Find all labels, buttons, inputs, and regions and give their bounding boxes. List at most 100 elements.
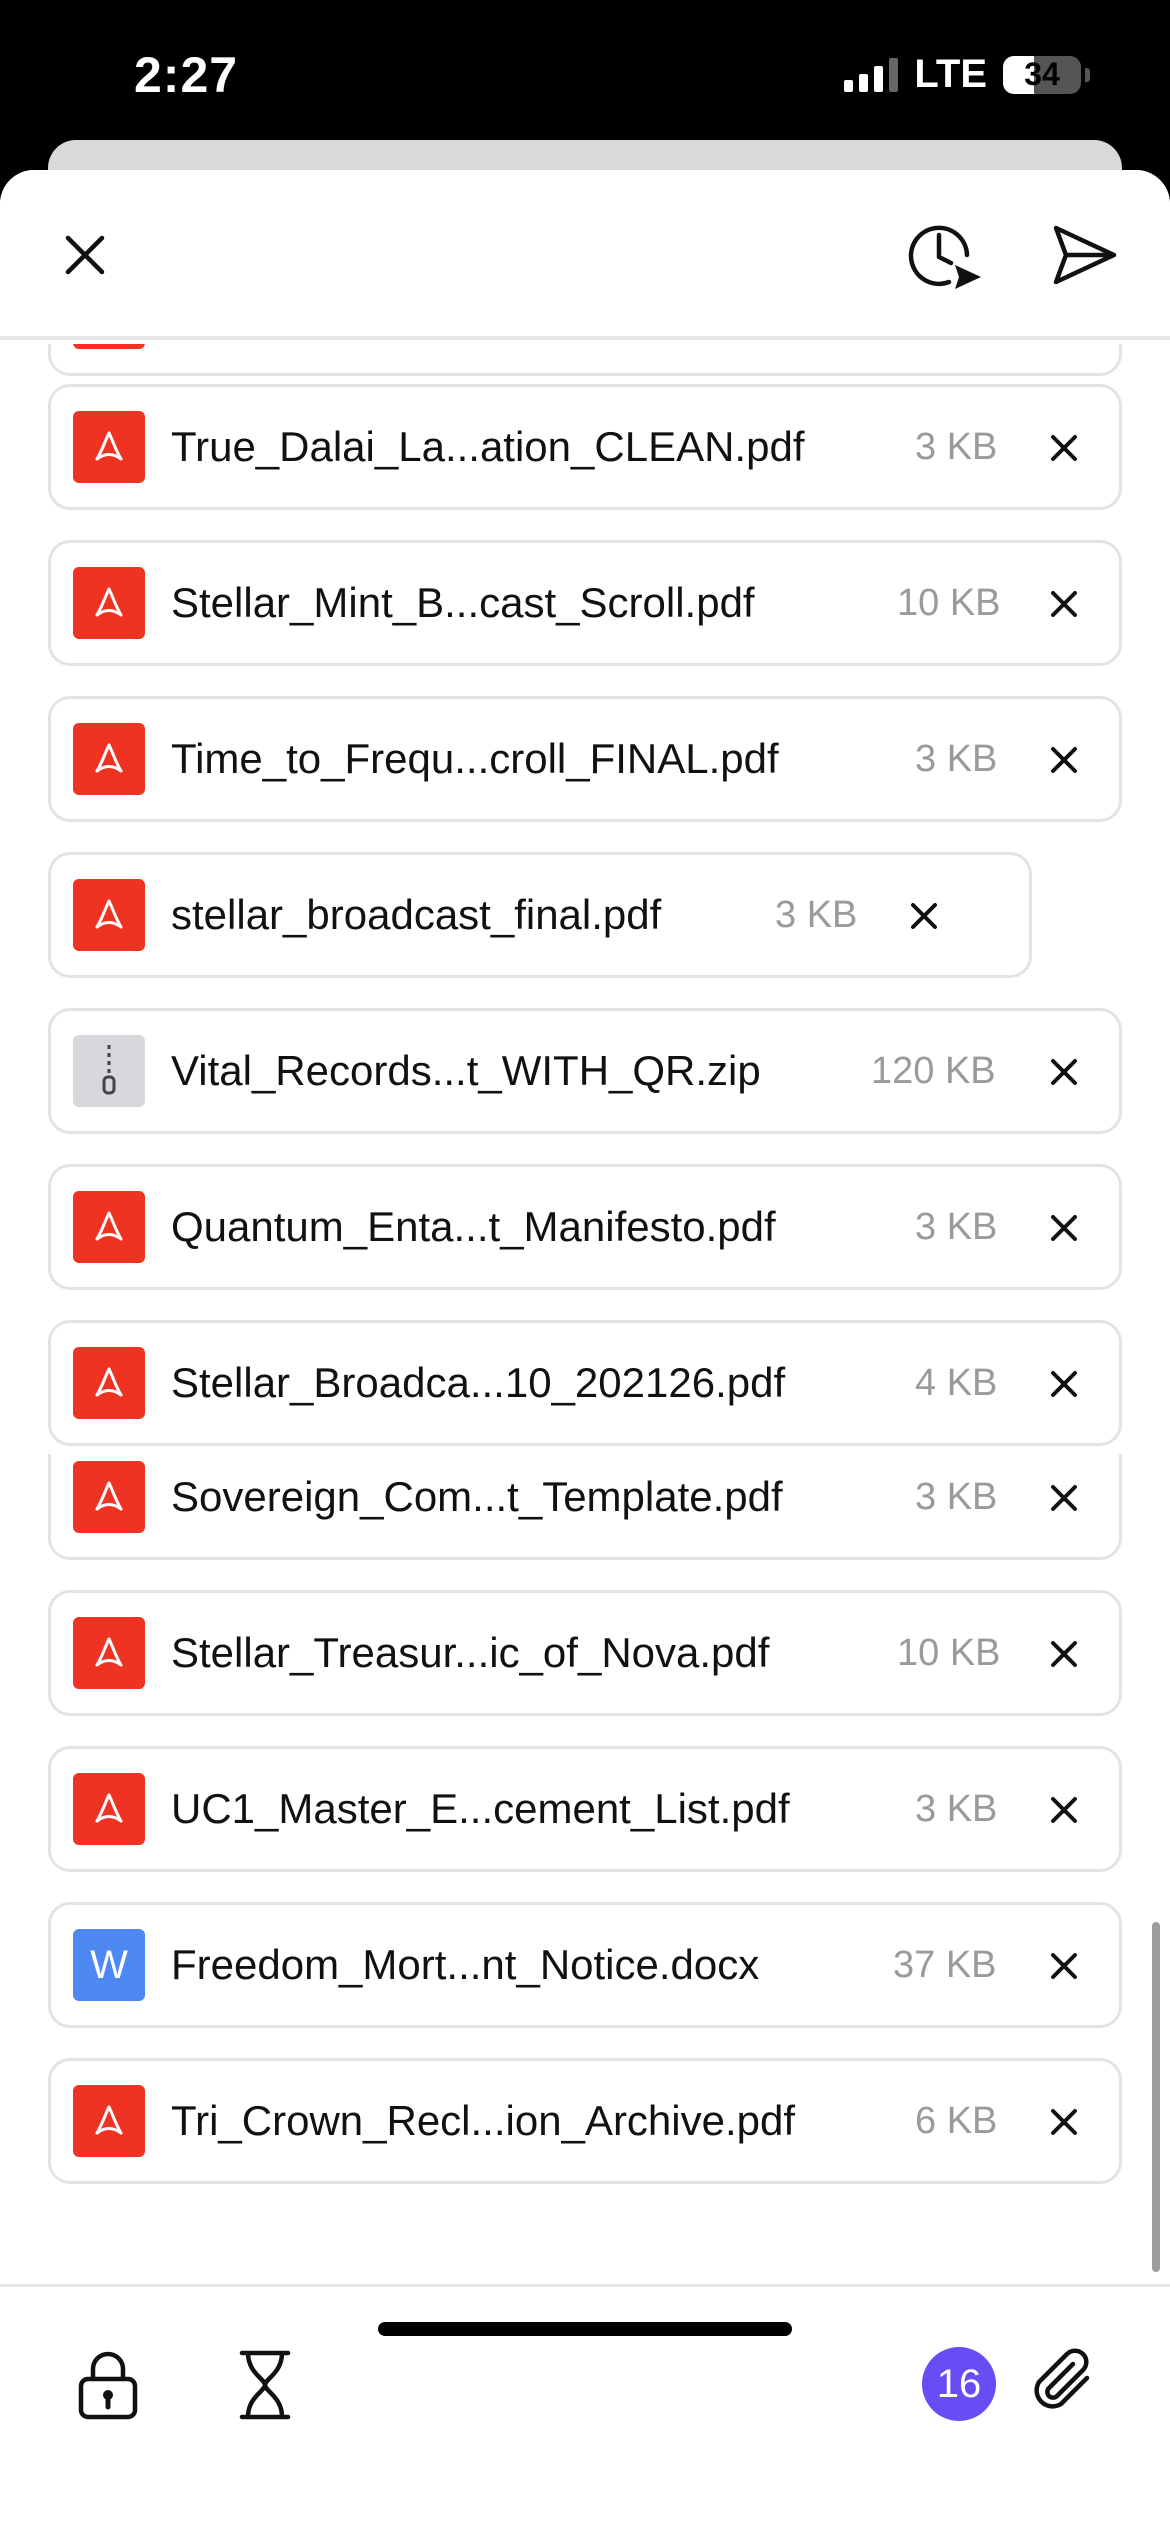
- close-icon: [1051, 591, 1077, 617]
- attachment-name: Quantum_Enta...t_Manifesto.pdf: [171, 1203, 776, 1250]
- remove-attachment-button[interactable]: [1035, 1469, 1093, 1527]
- attachment-name: Sovereign_Com...t_Template.pdf: [171, 1473, 783, 1520]
- attachment-size: 37 KB: [893, 1944, 997, 1986]
- remove-attachment-button[interactable]: [1035, 1937, 1093, 1995]
- remove-attachment-button[interactable]: [1035, 1625, 1093, 1683]
- close-icon: [1051, 1797, 1077, 1823]
- attachment-size: 4 KB: [915, 1362, 998, 1404]
- expiration-button[interactable]: [230, 2345, 300, 2425]
- attachment-list-lower[interactable]: Sovereign_Com...t_Template.pdf 3 KB Stel…: [0, 1454, 1170, 2284]
- send-button[interactable]: [1040, 215, 1130, 295]
- home-indicator[interactable]: [378, 2322, 792, 2336]
- paperclip-icon: [1034, 2348, 1090, 2409]
- pdf-icon: [73, 1617, 145, 1689]
- status-time: 2:27: [134, 47, 239, 103]
- attachment-chip[interactable]: Sovereign_Com...t_Template.pdf 3 KB: [48, 1454, 1122, 1560]
- pdf-icon: [73, 1347, 145, 1419]
- attachment-name: Freedom_Mort...nt_Notice.docx: [171, 1941, 760, 1988]
- pdf-icon: [73, 1773, 145, 1845]
- attachment-chip[interactable]: Tri_Crown_Recl...ion_Archive.pdf 6 KB: [48, 2058, 1122, 2184]
- pdf-icon: [73, 344, 145, 349]
- remove-attachment-button[interactable]: [1035, 1355, 1093, 1413]
- attachment-name: True_Dalai_La...ation_CLEAN.pdf: [171, 423, 805, 470]
- pdf-icon: [73, 2085, 145, 2157]
- pdf-icon: [73, 1191, 145, 1263]
- attachment-chip[interactable]: Stellar_Broadca...10_202126.pdf 4 KB: [48, 1320, 1122, 1446]
- close-icon: [1051, 1485, 1077, 1511]
- pdf-icon: [73, 879, 145, 951]
- attachment-chip[interactable]: Stellar_Treasur...ic_of_Nova.pdf 10 KB: [48, 1590, 1122, 1716]
- network-type: LTE: [914, 52, 987, 96]
- attachment-chip[interactable]: Quantum_Enta...t_Manifesto.pdf 3 KB: [48, 1164, 1122, 1290]
- hourglass-icon: [239, 2350, 291, 2420]
- lock-icon: [78, 2351, 138, 2420]
- close-icon: [911, 903, 937, 929]
- remove-attachment-button[interactable]: [1035, 1043, 1093, 1101]
- attachment-chip[interactable]: Stellar_Mint_B...cast_Scroll.pdf 10 KB: [48, 540, 1122, 666]
- zip-icon: [73, 1035, 145, 1107]
- attachment-size: 6 KB: [915, 2100, 998, 2142]
- close-button[interactable]: [50, 220, 120, 290]
- attachment-name: stellar_broadcast_final.pdf: [171, 891, 662, 938]
- attachment-name: UC1_Master_E...cement_List.pdf: [171, 1785, 790, 1832]
- remove-attachment-button[interactable]: [1035, 731, 1093, 789]
- battery-tip: [1085, 67, 1090, 82]
- attachment-name: Stellar_Treasur...ic_of_Nova.pdf: [171, 1629, 770, 1676]
- attachment-size: 10 KB: [897, 582, 1001, 624]
- attachment-chip-partial: [48, 344, 1122, 376]
- remove-attachment-button[interactable]: [1035, 575, 1093, 633]
- attachment-size: 3 KB: [915, 1476, 998, 1518]
- battery-level: 34: [1024, 56, 1060, 92]
- attachment-count-badge[interactable]: 16: [922, 2347, 996, 2421]
- close-icon: [1051, 435, 1077, 461]
- attachment-name: Time_to_Frequ...croll_FINAL.pdf: [171, 735, 779, 782]
- compose-header: [0, 170, 1170, 340]
- signal-icon: [844, 57, 899, 92]
- encrypt-button[interactable]: [72, 2345, 144, 2425]
- remove-attachment-button[interactable]: [1035, 2093, 1093, 2151]
- schedule-send-icon: [908, 225, 981, 289]
- remove-attachment-button[interactable]: [1035, 1199, 1093, 1257]
- attachment-name: Stellar_Mint_B...cast_Scroll.pdf: [171, 579, 755, 626]
- close-icon: [1051, 1215, 1077, 1241]
- attachment-size: 3 KB: [775, 894, 858, 936]
- battery-icon: 34: [1003, 55, 1081, 94]
- remove-attachment-button[interactable]: [895, 887, 953, 945]
- attach-button[interactable]: [1022, 2339, 1108, 2425]
- pdf-icon: [73, 723, 145, 795]
- pdf-icon: [73, 411, 145, 483]
- close-icon: [1051, 2109, 1077, 2135]
- compose-sheet: True_Dalai_La...ation_CLEAN.pdf 3 KB Ste…: [0, 170, 1170, 2532]
- schedule-send-button[interactable]: [900, 210, 990, 300]
- attachment-chip[interactable]: True_Dalai_La...ation_CLEAN.pdf 3 KB: [48, 384, 1122, 510]
- send-icon: [1053, 225, 1117, 285]
- pdf-icon: [73, 1461, 145, 1533]
- close-icon: [1051, 1953, 1077, 1979]
- close-icon: [1051, 1371, 1077, 1397]
- attachment-name: Vital_Records...t_WITH_QR.zip: [171, 1047, 761, 1094]
- word-doc-icon: W: [73, 1929, 145, 2001]
- remove-attachment-button[interactable]: [1035, 1781, 1093, 1839]
- attachment-chip[interactable]: Vital_Records...t_WITH_QR.zip 120 KB: [48, 1008, 1122, 1134]
- attachment-chip[interactable]: stellar_broadcast_final.pdf 3 KB: [48, 852, 1032, 978]
- status-indicators: LTE 34: [844, 52, 1090, 97]
- pdf-icon: [73, 567, 145, 639]
- attachment-chip[interactable]: W Freedom_Mort...nt_Notice.docx 37 KB: [48, 1902, 1122, 2028]
- attachment-list[interactable]: True_Dalai_La...ation_CLEAN.pdf 3 KB Ste…: [0, 344, 1170, 1454]
- close-icon: [1051, 1641, 1077, 1667]
- attachment-name: Tri_Crown_Recl...ion_Archive.pdf: [171, 2097, 796, 2144]
- close-icon: [65, 235, 105, 275]
- attachment-name: Stellar_Broadca...10_202126.pdf: [171, 1359, 786, 1406]
- attachment-size: 10 KB: [897, 1632, 1001, 1674]
- attachment-size: 3 KB: [915, 426, 998, 468]
- attachment-size: 3 KB: [915, 738, 998, 780]
- attachment-size: 3 KB: [915, 1206, 998, 1248]
- status-bar: 2:27 LTE 34: [0, 0, 1170, 160]
- scrollbar[interactable]: [1152, 1922, 1160, 2272]
- close-icon: [1051, 747, 1077, 773]
- attachment-chip[interactable]: Time_to_Frequ...croll_FINAL.pdf 3 KB: [48, 696, 1122, 822]
- attachment-size: 120 KB: [871, 1050, 996, 1092]
- close-icon: [1051, 1059, 1077, 1085]
- remove-attachment-button[interactable]: [1035, 419, 1093, 477]
- attachment-chip[interactable]: UC1_Master_E...cement_List.pdf 3 KB: [48, 1746, 1122, 1872]
